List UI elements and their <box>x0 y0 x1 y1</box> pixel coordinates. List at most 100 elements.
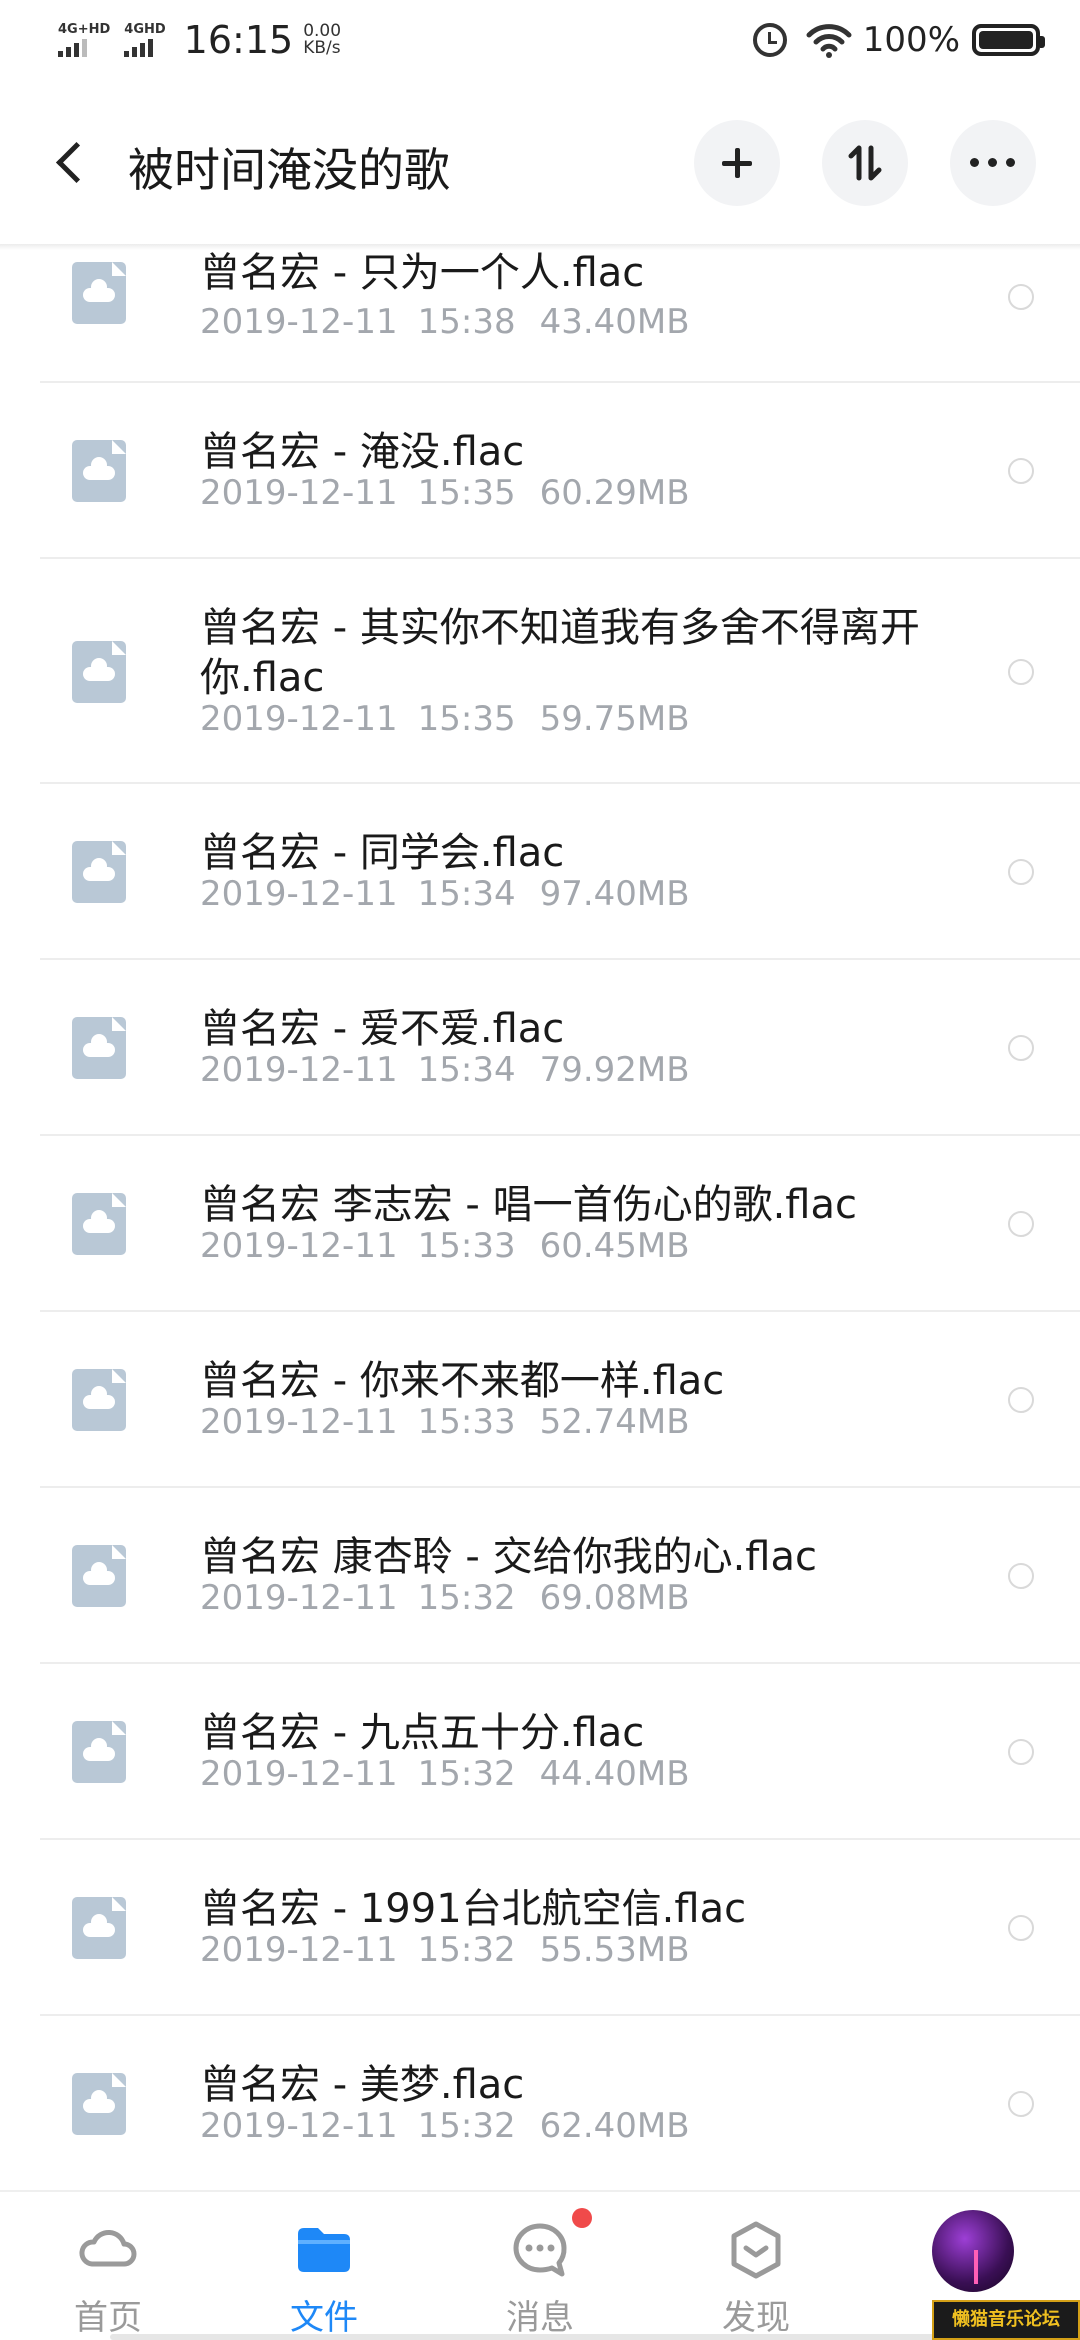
file-meta: 2019-12-11 15:32 69.08MB <box>200 1578 690 1618</box>
status-right: 100% <box>752 20 1045 60</box>
file-time: 15:35 <box>417 699 516 739</box>
file-name: 曾名宏 李志宏 - 唱一首伤心的歌.flac <box>200 1182 857 1228</box>
file-time: 15:34 <box>417 1050 516 1090</box>
cloud-icon <box>83 1914 115 1937</box>
cloud-icon <box>83 1034 115 1057</box>
cloud-icon <box>83 2090 115 2113</box>
file-size: 60.45MB <box>539 1226 690 1266</box>
wifi-icon <box>806 24 852 58</box>
audio-file-icon <box>72 641 126 703</box>
select-radio[interactable] <box>1008 1035 1034 1061</box>
select-radio[interactable] <box>1008 859 1034 885</box>
file-name: 曾名宏 康杏聆 - 交给你我的心.flac <box>200 1534 817 1580</box>
file-meta: 2019-12-11 15:35 60.29MB <box>200 473 690 513</box>
home-indicator[interactable] <box>110 2334 970 2340</box>
nav-messages[interactable]: 消息 <box>432 2192 648 2340</box>
folder-icon <box>298 2228 350 2272</box>
file-meta: 2019-12-11 15:32 62.40MB <box>200 2106 690 2146</box>
file-row[interactable]: 曾名宏 - 其实你不知道我有多舍不得离开你.flac 2019-12-11 15:3… <box>0 559 1080 784</box>
discover-icon <box>731 2221 781 2279</box>
file-meta: 2019-12-11 15:33 52.74MB <box>200 1402 690 1442</box>
file-date: 2019-12-11 <box>200 1930 398 1970</box>
file-row[interactable]: 曾名宏 - 只为一个人.flac 2019-12-11 15:38 43.40MB <box>0 250 1080 383</box>
file-name: 曾名宏 - 美梦.flac <box>200 2062 525 2108</box>
watermark: 懒猫音乐论坛 <box>932 2300 1080 2340</box>
file-time: 15:38 <box>417 302 516 342</box>
status-time: 16:15 <box>183 18 294 62</box>
file-date: 2019-12-11 <box>200 2106 398 2146</box>
add-button[interactable] <box>694 120 780 206</box>
file-row[interactable]: 曾名宏 李志宏 - 唱一首伤心的歌.flac 2019-12-11 15:33 60.… <box>0 1136 1080 1312</box>
file-size: 59.75MB <box>539 699 690 739</box>
nav-files[interactable]: 文件 <box>216 2192 432 2340</box>
watermark-text: 懒猫音乐论坛 <box>952 2309 1060 2330</box>
file-name: 曾名宏 - 其实你不知道我有多舍不得离开你.flac <box>200 605 920 701</box>
file-size: 52.74MB <box>539 1402 690 1442</box>
file-size: 62.40MB <box>539 2106 690 2146</box>
audio-file-icon <box>72 440 126 502</box>
more-button[interactable] <box>950 120 1036 206</box>
select-radio[interactable] <box>1008 1387 1034 1413</box>
status-left: 4G+HD 4GHD 16:15 0.00 KB/s <box>58 18 341 62</box>
file-row[interactable]: 曾名宏 - 淹没.flac 2019-12-11 15:35 60.29MB <box>0 383 1080 559</box>
file-size: 97.40MB <box>539 874 690 914</box>
select-radio[interactable] <box>1008 1211 1034 1237</box>
network-speed-unit: KB/s <box>303 38 341 58</box>
select-radio[interactable] <box>1008 2091 1034 2117</box>
select-radio[interactable] <box>1008 1739 1034 1765</box>
file-list: 曾名宏 - 只为一个人.flac 2019-12-11 15:38 43.40MB 曾名… <box>0 250 1080 2192</box>
file-name: 曾名宏 - 爱不爱.flac <box>200 1006 565 1052</box>
nav-discover[interactable]: 发现 <box>648 2192 864 2340</box>
file-size: 79.92MB <box>539 1050 690 1090</box>
file-time: 15:32 <box>417 1578 516 1618</box>
cloud-icon <box>83 1210 115 1233</box>
select-radio[interactable] <box>1008 1915 1034 1941</box>
file-time: 15:33 <box>417 1226 516 1266</box>
file-row[interactable]: 曾名宏 - 1991台北航空信.flac 2019-12-11 15:32 55.53… <box>0 1840 1080 2016</box>
cloud-icon <box>83 279 115 302</box>
file-size: 60.29MB <box>539 473 690 513</box>
file-size: 43.40MB <box>539 302 690 342</box>
select-radio[interactable] <box>1008 659 1034 685</box>
nav-home[interactable]: 首页 <box>0 2192 216 2340</box>
chevron-left-icon[interactable] <box>52 140 92 188</box>
file-name: 曾名宏 - 只为一个人.flac <box>200 250 645 296</box>
folder-title: 被时间淹没的歌 <box>128 143 450 197</box>
signal-bars-icon <box>58 39 110 57</box>
audio-file-icon <box>72 1017 126 1079</box>
cloud-icon <box>83 1562 115 1585</box>
file-row[interactable]: 曾名宏 康杏聆 - 交给你我的心.flac 2019-12-11 15:32 69.0… <box>0 1488 1080 1664</box>
file-meta: 2019-12-11 15:35 59.75MB <box>200 699 690 739</box>
file-row[interactable]: 曾名宏 - 爱不爱.flac 2019-12-11 15:34 79.92MB <box>0 960 1080 1136</box>
file-row[interactable]: 曾名宏 - 同学会.flac 2019-12-11 15:34 97.40MB <box>0 784 1080 960</box>
select-radio[interactable] <box>1008 458 1034 484</box>
file-meta: 2019-12-11 15:34 97.40MB <box>200 874 690 914</box>
cloud-icon <box>83 658 115 681</box>
file-name: 曾名宏 - 同学会.flac <box>200 830 565 876</box>
battery-percent: 100% <box>862 20 960 60</box>
file-row[interactable]: 曾名宏 - 九点五十分.flac 2019-12-11 15:32 44.40MB <box>0 1664 1080 1840</box>
file-size: 69.08MB <box>539 1578 690 1618</box>
select-radio[interactable] <box>1008 284 1034 310</box>
cloud-home-icon <box>79 2230 137 2267</box>
cloud-icon <box>83 1386 115 1409</box>
file-row[interactable]: 曾名宏 - 你来不来都一样.flac 2019-12-11 15:33 52.74MB <box>0 1312 1080 1488</box>
message-icon <box>513 2223 567 2277</box>
signal-2: 4GHD <box>124 23 166 57</box>
bottom-nav: 首页 文件 消息 发现 <box>0 2190 1080 2340</box>
audio-file-icon <box>72 1545 126 1607</box>
file-date: 2019-12-11 <box>200 699 398 739</box>
sort-button[interactable] <box>822 120 908 206</box>
file-meta: 2019-12-11 15:33 60.45MB <box>200 1226 690 1266</box>
file-date: 2019-12-11 <box>200 1754 398 1794</box>
file-date: 2019-12-11 <box>200 1578 398 1618</box>
avatar[interactable] <box>932 2210 1014 2292</box>
battery-icon <box>972 24 1045 56</box>
status-bar: 4G+HD 4GHD 16:15 0.00 KB/s 100% <box>0 0 1080 84</box>
file-row[interactable]: 曾名宏 - 美梦.flac 2019-12-11 15:32 62.40MB <box>0 2016 1080 2192</box>
file-date: 2019-12-11 <box>200 874 398 914</box>
select-radio[interactable] <box>1008 1563 1034 1589</box>
sort-icon <box>848 145 882 181</box>
nav-discover-label: 发现 <box>722 2298 790 2338</box>
audio-file-icon <box>72 1721 126 1783</box>
